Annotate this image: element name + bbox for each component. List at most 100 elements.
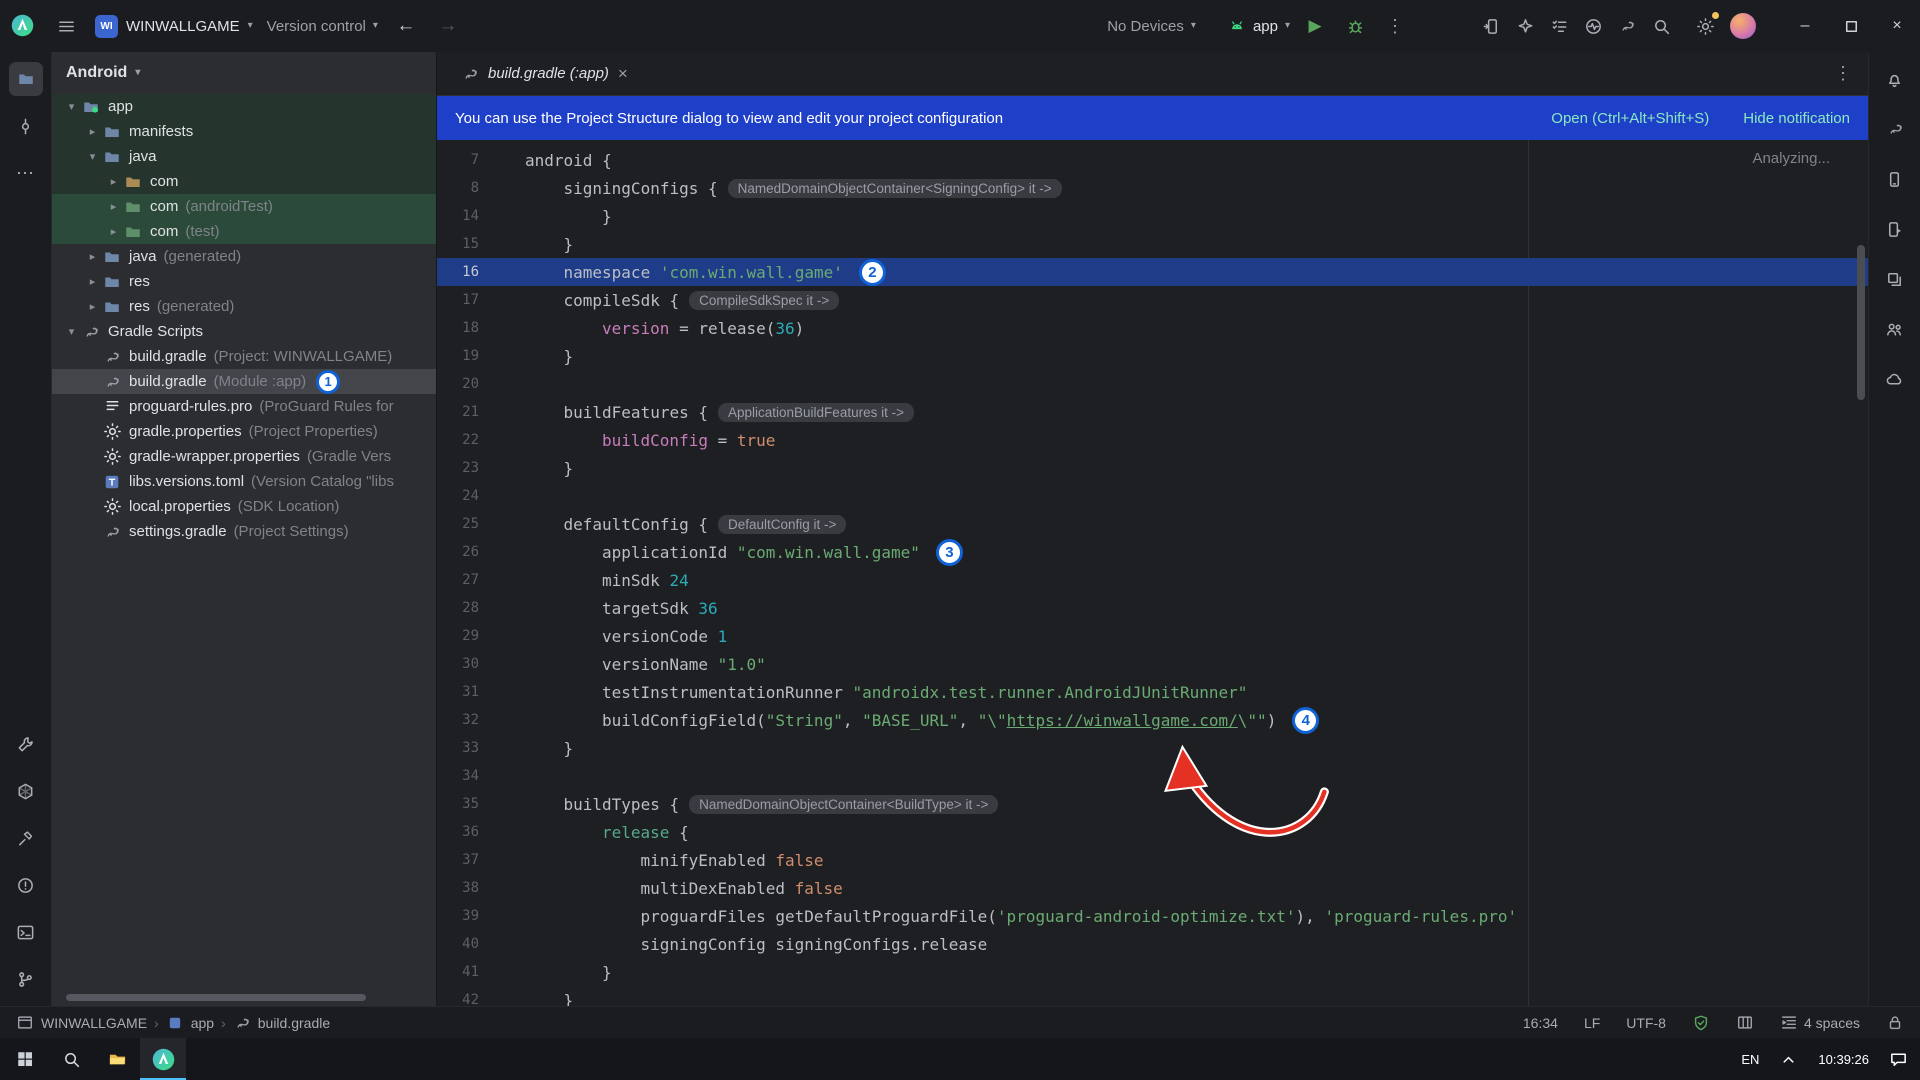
code-line-27[interactable]: 27minSdk 24 [437,566,1868,594]
device-mirroring-icon[interactable] [1476,11,1506,41]
gradle-tool-icon[interactable] [1878,112,1912,146]
editor-columns-icon[interactable] [1736,1014,1754,1032]
line-number[interactable]: 14 [437,208,497,224]
debug-button[interactable] [1340,11,1370,41]
expanded-arrow-icon[interactable]: ▾ [62,100,81,113]
line-number[interactable]: 29 [437,628,497,644]
version-control-menu[interactable]: Version control ▾ [267,18,378,35]
app-quality-insights-icon[interactable] [1878,312,1912,346]
android-studio-taskbar-icon[interactable] [140,1038,186,1080]
profiler-icon[interactable] [1578,11,1608,41]
line-number[interactable]: 42 [437,992,497,1006]
url-link[interactable]: https://winwallgame.com/ [1007,711,1238,730]
project-selector[interactable]: WI WINWALLGAME ▾ [95,15,253,38]
collapsed-arrow-icon[interactable]: ▸ [83,300,102,313]
editor-tab[interactable]: build.gradle (:app) × [447,52,642,96]
code-line-7[interactable]: 7android { [437,146,1868,174]
code-line-36[interactable]: 36release { [437,818,1868,846]
banner-open-link[interactable]: Open (Ctrl+Alt+Shift+S) [1551,110,1709,127]
expanded-arrow-icon[interactable]: ▾ [62,325,81,338]
tree-item-res[interactable]: ▸res [52,269,436,294]
code-line-21[interactable]: 21buildFeatures {ApplicationBuildFeature… [437,398,1868,426]
line-number[interactable]: 27 [437,572,497,588]
maximize-button[interactable] [1828,0,1874,52]
tree-item-com[interactable]: ▸com(test) [52,219,436,244]
commit-tool-icon[interactable] [9,109,43,143]
line-number[interactable]: 19 [437,348,497,364]
tree-item-gradle-scripts[interactable]: ▾Gradle Scripts [52,319,436,344]
line-number[interactable]: 20 [437,376,497,392]
line-number[interactable]: 26 [437,544,497,560]
minimize-button[interactable]: – [1782,0,1828,52]
tools-icon[interactable] [9,727,43,761]
start-button[interactable] [2,1038,48,1080]
code-line-26[interactable]: 26applicationId "com.win.wall.game"3 [437,538,1868,566]
collapsed-arrow-icon[interactable]: ▸ [104,175,123,188]
code-line-30[interactable]: 30versionName "1.0" [437,650,1868,678]
line-number[interactable]: 30 [437,656,497,672]
banner-hide-link[interactable]: Hide notification [1743,110,1850,127]
code-line-15[interactable]: 15} [437,230,1868,258]
line-number[interactable]: 36 [437,824,497,840]
breadcrumb-project[interactable]: WINWALLGAME [41,1015,147,1031]
tree-item-app[interactable]: ▾app [52,94,436,119]
line-number[interactable]: 40 [437,936,497,952]
code-line-8[interactable]: 8signingConfigs {NamedDomainObjectContai… [437,174,1868,202]
tree-item-manifests[interactable]: ▸manifests [52,119,436,144]
tree-item-proguard-rules-pro[interactable]: proguard-rules.pro(ProGuard Rules for [52,394,436,419]
code-line-18[interactable]: 18version = release(36) [437,314,1868,342]
lock-icon[interactable] [1886,1014,1904,1032]
line-number[interactable]: 25 [437,516,497,532]
tree-item-java[interactable]: ▸java(generated) [52,244,436,269]
breadcrumb-file[interactable]: build.gradle [258,1015,330,1031]
collapsed-arrow-icon[interactable]: ▸ [83,125,102,138]
code-line-24[interactable]: 24 [437,482,1868,510]
line-number[interactable]: 41 [437,964,497,980]
avatar[interactable] [1730,13,1756,39]
tree-item-res[interactable]: ▸res(generated) [52,294,436,319]
expanded-arrow-icon[interactable]: ▾ [83,150,102,163]
line-number[interactable]: 35 [437,796,497,812]
more-tool-windows-icon[interactable]: ⋯ [9,156,43,190]
tree-item-local-properties[interactable]: local.properties(SDK Location) [52,494,436,519]
line-number[interactable]: 17 [437,292,497,308]
tree-item-com[interactable]: ▸com(androidTest) [52,194,436,219]
terminal-icon[interactable] [9,915,43,949]
notifications-icon[interactable] [1878,62,1912,96]
device-selector[interactable]: No Devices ▾ [1107,18,1196,35]
problems-icon[interactable] [9,868,43,902]
tree-item-java[interactable]: ▾java [52,144,436,169]
code-line-33[interactable]: 33} [437,734,1868,762]
action-center-icon[interactable] [1879,1038,1918,1080]
close-button[interactable]: × [1874,0,1920,52]
code-line-31[interactable]: 31testInstrumentationRunner "androidx.te… [437,678,1868,706]
project-view-selector[interactable]: Android ▾ [52,52,436,94]
show-hidden-icons[interactable] [1769,1038,1808,1080]
collapsed-arrow-icon[interactable]: ▸ [104,225,123,238]
line-number[interactable]: 22 [437,432,497,448]
line-number[interactable]: 32 [437,712,497,728]
line-number[interactable]: 39 [437,908,497,924]
tree-item-libs-versions-toml[interactable]: libs.versions.toml(Version Catalog "libs [52,469,436,494]
tree-item-gradle-wrapper-properties[interactable]: gradle-wrapper.properties(Gradle Vers [52,444,436,469]
tree-item-com[interactable]: ▸com [52,169,436,194]
line-number[interactable]: 23 [437,460,497,476]
code-editor[interactable]: 7android {8signingConfigs {NamedDomainOb… [437,140,1868,1006]
language-indicator[interactable]: EN [1731,1038,1769,1080]
clock[interactable]: 10:39:26 [1808,1038,1879,1080]
code-line-42[interactable]: 42} [437,986,1868,1006]
horizontal-scrollbar[interactable] [66,994,366,1001]
code-line-25[interactable]: 25defaultConfig {DefaultConfig it -> [437,510,1868,538]
cursor-position-widget[interactable]: 16:34 [1523,1015,1558,1031]
layout-inspector-icon[interactable] [1878,262,1912,296]
settings-icon[interactable] [1690,11,1720,41]
todo-list-icon[interactable] [1544,11,1574,41]
version-control-icon[interactable] [9,962,43,996]
code-line-20[interactable]: 20 [437,370,1868,398]
close-tab-icon[interactable]: × [618,65,628,82]
running-devices-icon[interactable] [1878,212,1912,246]
code-line-28[interactable]: 28targetSdk 36 [437,594,1868,622]
code-line-34[interactable]: 34 [437,762,1868,790]
code-line-14[interactable]: 14} [437,202,1868,230]
code-line-35[interactable]: 35buildTypes {NamedDomainObjectContainer… [437,790,1868,818]
